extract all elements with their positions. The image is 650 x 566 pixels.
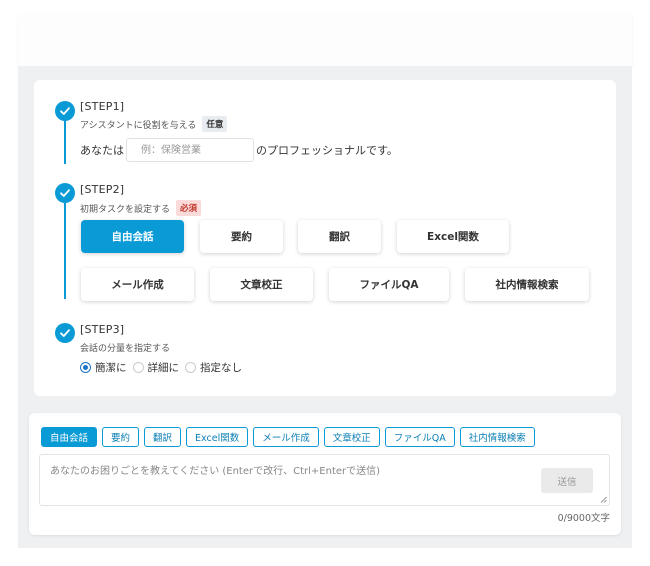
task-button-excel[interactable]: Excel関数 [397, 220, 509, 253]
step3-subtitle-row: 会話の分量を指定する [80, 341, 170, 354]
chip-proofread[interactable]: 文章校正 [323, 427, 380, 447]
step1-title: [STEP1] [80, 100, 125, 113]
task-button-translate[interactable]: 翻訳 [298, 220, 381, 253]
step2-subtitle: 初期タスクを設定する [80, 204, 171, 215]
send-button[interactable]: 送信 [541, 468, 593, 493]
role-sentence: あなたは のプロフェッショナルです。 [80, 138, 398, 162]
role-input[interactable] [126, 138, 254, 162]
chip-summary[interactable]: 要約 [102, 427, 140, 447]
step1-check-icon [55, 101, 75, 121]
task-button-file-qa[interactable]: ファイルQA [329, 268, 449, 301]
radio-detailed[interactable]: 詳細に [132, 360, 180, 375]
step1-subtitle-row: アシスタントに役割を与える 任意 [80, 116, 228, 132]
radio-concise[interactable]: 簡潔に [80, 360, 127, 375]
radio-concise-label: 簡潔に [95, 362, 127, 374]
step2-check-icon [55, 183, 75, 203]
resize-handle-icon[interactable] [600, 496, 607, 503]
step1-subtitle: アシスタントに役割を与える [80, 120, 197, 131]
task-button-email[interactable]: メール作成 [81, 268, 194, 301]
chip-translate[interactable]: 翻訳 [144, 427, 182, 447]
chip-file-qa[interactable]: ファイルQA [384, 427, 455, 447]
task-chip-row: 自由会話 要約 翻訳 Excel関数 メール作成 文章校正 ファイルQA 社内情… [41, 427, 535, 447]
step3-check-icon [55, 323, 75, 343]
step2-title: [STEP2] [80, 183, 125, 196]
step3-title: [STEP3] [80, 323, 125, 336]
chat-input[interactable] [50, 461, 530, 481]
chip-internal-search[interactable]: 社内情報検索 [459, 427, 535, 447]
task-button-proofread[interactable]: 文章校正 [210, 268, 313, 301]
radio-detailed-circle[interactable] [132, 362, 144, 373]
role-suffix: のプロフェッショナルです。 [256, 144, 398, 157]
chat-input-box: 送信 [39, 454, 610, 506]
chip-email[interactable]: メール作成 [253, 427, 319, 447]
top-header-bar [18, 14, 632, 66]
task-button-summary[interactable]: 要約 [200, 220, 283, 253]
radio-detailed-label: 詳細に [147, 362, 180, 374]
step-connector-2 [64, 202, 66, 299]
step-connector-1 [64, 120, 66, 164]
step3-subtitle: 会話の分量を指定する [80, 344, 171, 354]
radio-unspecified[interactable]: 指定なし [185, 360, 242, 375]
radio-unspecified-circle[interactable] [185, 362, 196, 373]
task-button-free-chat[interactable]: 自由会話 [81, 220, 184, 253]
task-button-internal-search[interactable]: 社内情報検索 [465, 268, 589, 301]
step2-subtitle-row: 初期タスクを設定する 必須 [80, 200, 202, 216]
char-counter: 0/9000文字 [557, 513, 610, 524]
role-prefix: あなたは [80, 144, 124, 157]
required-badge: 必須 [176, 200, 202, 216]
chip-free-chat[interactable]: 自由会話 [41, 427, 98, 447]
radio-unspecified-label: 指定なし [200, 362, 242, 374]
length-radio-group: 簡潔に 詳細に 指定なし [80, 360, 248, 375]
chip-excel[interactable]: Excel関数 [186, 427, 249, 447]
radio-concise-circle[interactable] [80, 362, 91, 373]
optional-badge: 任意 [202, 116, 228, 132]
